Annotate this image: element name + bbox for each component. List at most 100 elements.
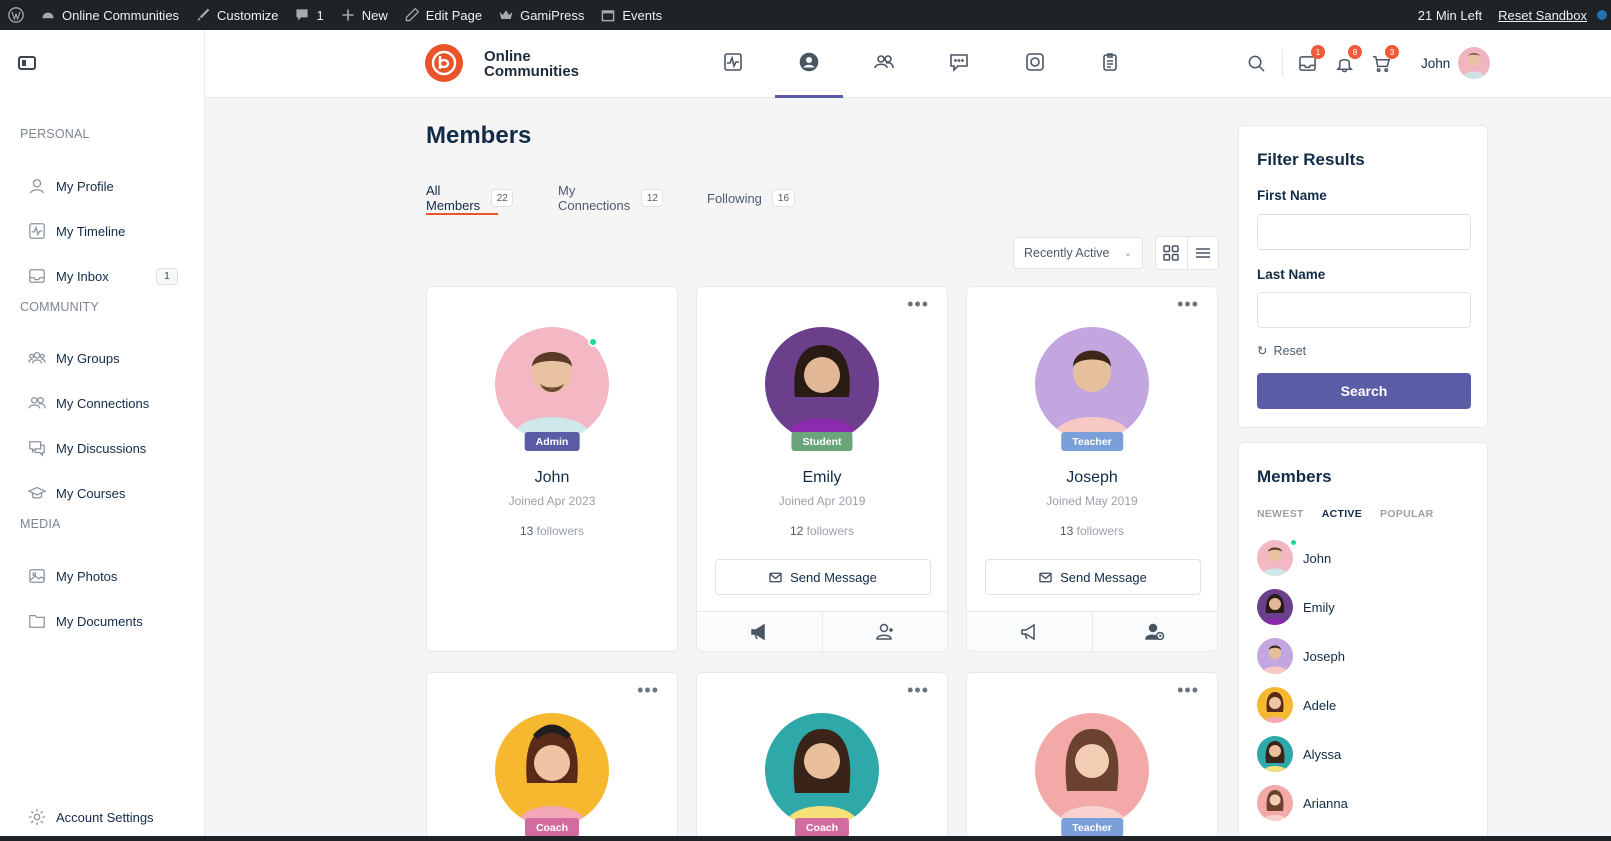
sidebar-item-my-courses[interactable]: My Courses bbox=[28, 479, 178, 507]
member-avatar[interactable] bbox=[765, 327, 879, 441]
site-logo[interactable] bbox=[425, 44, 463, 82]
follow-button[interactable] bbox=[967, 612, 1092, 651]
follow-button[interactable] bbox=[697, 612, 822, 651]
tab-following[interactable]: Following 16 bbox=[707, 186, 796, 210]
new-link[interactable]: New bbox=[332, 0, 396, 30]
inbox-count-badge: 1 bbox=[156, 267, 178, 285]
member-name[interactable]: John bbox=[427, 469, 677, 487]
tab-popular[interactable]: POPULAR bbox=[1380, 508, 1433, 520]
member-card[interactable]: ••• Teacher bbox=[966, 672, 1218, 841]
sidebar-item-my-connections[interactable]: My Connections bbox=[28, 389, 178, 417]
photos-icon bbox=[29, 569, 45, 583]
header-notifications-button[interactable]: 8 bbox=[1332, 45, 1362, 75]
more-options-icon[interactable]: ••• bbox=[1177, 295, 1199, 313]
comments-link[interactable]: 1 bbox=[286, 0, 331, 30]
last-name-input[interactable] bbox=[1257, 292, 1471, 328]
connection-pending-button[interactable] bbox=[1091, 612, 1218, 651]
member-card[interactable]: ••• Coach bbox=[426, 672, 678, 841]
member-name[interactable]: Joseph bbox=[967, 469, 1217, 487]
events-link[interactable]: Events bbox=[592, 0, 670, 30]
wordpress-logo-button[interactable] bbox=[0, 0, 32, 30]
header-messages-button[interactable]: 1 bbox=[1295, 45, 1325, 75]
header-user-name[interactable]: John bbox=[1421, 56, 1450, 71]
tab-all-members[interactable]: All Members 22 bbox=[426, 183, 514, 215]
member-card[interactable]: ••• Student Emily Joined Apr 2019 12 fol… bbox=[696, 286, 948, 652]
member-avatar[interactable] bbox=[495, 713, 609, 827]
last-name-label: Last Name bbox=[1257, 267, 1326, 282]
calendar-icon bbox=[602, 10, 615, 22]
sort-select[interactable]: Recently Active ⌄ bbox=[1013, 237, 1143, 269]
filter-search-button[interactable]: Search bbox=[1257, 373, 1471, 409]
buddyboss-logo-icon bbox=[431, 50, 457, 76]
more-options-icon[interactable]: ••• bbox=[1177, 681, 1199, 699]
member-name: Adele bbox=[1303, 697, 1337, 713]
logo-line-1: Online bbox=[484, 48, 531, 65]
sidebar-item-my-timeline[interactable]: My Timeline bbox=[28, 217, 178, 245]
member-list-item[interactable]: Emily bbox=[1257, 589, 1335, 625]
sidebar-item-account-settings[interactable]: Account Settings bbox=[28, 803, 178, 831]
member-list-item[interactable]: Joseph bbox=[1257, 638, 1345, 674]
list-view-button[interactable] bbox=[1186, 237, 1218, 269]
site-logo-text[interactable]: Online Communities bbox=[484, 49, 594, 79]
sidebar-item-my-groups[interactable]: My Groups bbox=[28, 344, 178, 372]
member-name[interactable]: Emily bbox=[697, 469, 947, 487]
activity-icon bbox=[29, 223, 45, 239]
header-user-avatar[interactable] bbox=[1458, 47, 1490, 79]
followers-count: 12 bbox=[789, 524, 804, 538]
sidebar-item-my-documents[interactable]: My Documents bbox=[28, 607, 178, 635]
member-avatar bbox=[1257, 785, 1293, 821]
connect-button[interactable] bbox=[821, 612, 948, 651]
header-cart-button[interactable]: 3 bbox=[1369, 45, 1399, 75]
sidebar-item-my-inbox[interactable]: My Inbox 1 bbox=[28, 262, 178, 290]
reset-sandbox-link[interactable]: Reset Sandbox bbox=[1490, 0, 1595, 30]
site-name-link[interactable]: Online Communities bbox=[32, 0, 187, 30]
tab-my-connections[interactable]: My Connections 12 bbox=[558, 183, 664, 213]
comment-icon bbox=[296, 9, 309, 21]
followers-count: 13 bbox=[1059, 524, 1074, 538]
page-title: Members bbox=[426, 122, 532, 149]
sidebar-item-my-photos[interactable]: My Photos bbox=[28, 562, 178, 590]
sidebar-item-label: My Profile bbox=[56, 178, 114, 194]
person-photo-icon bbox=[785, 729, 859, 827]
member-avatar[interactable] bbox=[1035, 327, 1149, 441]
nav-forums[interactable] bbox=[947, 50, 971, 74]
nav-photos[interactable] bbox=[1023, 50, 1047, 74]
grid-view-button[interactable] bbox=[1156, 237, 1187, 269]
logo-line-2: Communities bbox=[484, 63, 580, 80]
sidebar-heading-community: COMMUNITY bbox=[20, 300, 99, 314]
member-card[interactable]: ••• Coach bbox=[696, 672, 948, 841]
more-options-icon[interactable]: ••• bbox=[907, 295, 929, 313]
first-name-input[interactable] bbox=[1257, 214, 1471, 250]
nav-groups[interactable] bbox=[872, 50, 896, 74]
member-card[interactable]: Admin John Joined Apr 2023 13 followers bbox=[426, 286, 678, 652]
filter-reset-link[interactable]: ↻ Reset bbox=[1257, 343, 1306, 359]
tab-active[interactable]: ACTIVE bbox=[1322, 508, 1362, 520]
role-badge: Admin bbox=[524, 432, 580, 451]
search-icon bbox=[1248, 55, 1265, 72]
member-avatar[interactable] bbox=[765, 713, 879, 827]
tab-newest[interactable]: NEWEST bbox=[1257, 508, 1304, 520]
member-list-item[interactable]: Alyssa bbox=[1257, 736, 1341, 772]
nav-activity[interactable] bbox=[721, 50, 745, 74]
customize-link[interactable]: Customize bbox=[187, 0, 286, 30]
send-message-button[interactable]: Send Message bbox=[715, 559, 931, 595]
member-avatar[interactable] bbox=[1035, 713, 1149, 827]
nav-members[interactable] bbox=[797, 50, 821, 74]
sidebar-item-my-profile[interactable]: My Profile bbox=[28, 172, 178, 200]
member-list-item[interactable]: Arianna bbox=[1257, 785, 1348, 821]
gamipress-link[interactable]: GamiPress bbox=[490, 0, 592, 30]
sidebar-toggle-icon[interactable] bbox=[18, 56, 36, 70]
sidebar-item-my-discussions[interactable]: My Discussions bbox=[28, 434, 178, 462]
member-list-item[interactable]: Adele bbox=[1257, 687, 1336, 723]
megaphone-icon bbox=[1021, 623, 1035, 640]
member-list-item[interactable]: John bbox=[1257, 538, 1331, 576]
nav-courses[interactable] bbox=[1098, 50, 1122, 74]
edit-page-link[interactable]: Edit Page bbox=[396, 0, 490, 30]
more-options-icon[interactable]: ••• bbox=[907, 681, 929, 699]
header-search-button[interactable] bbox=[1244, 51, 1268, 75]
more-options-icon[interactable]: ••• bbox=[637, 681, 659, 699]
person-photo-icon bbox=[1263, 790, 1287, 821]
send-message-button[interactable]: Send Message bbox=[985, 559, 1201, 595]
member-joined: Joined Apr 2019 bbox=[778, 494, 866, 508]
member-card[interactable]: ••• Teacher Joseph Joined May 2019 13 fo… bbox=[966, 286, 1218, 652]
